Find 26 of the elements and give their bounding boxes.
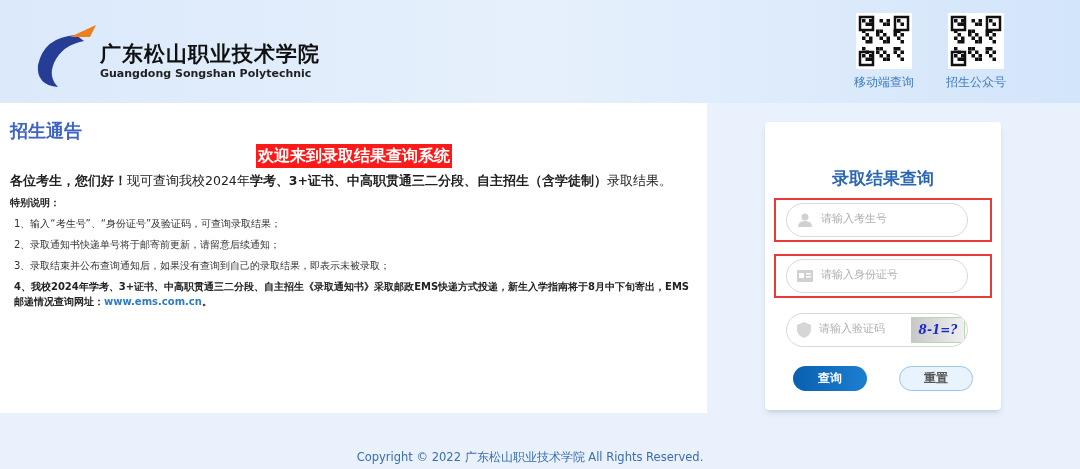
school-name: 广东松山职业技术学院 <box>100 40 321 67</box>
search-button[interactable]: 查询 <box>793 365 867 391</box>
notice-item: 2、录取通知书快递单号将于邮寄前更新，请留意后续通知； <box>13 237 282 252</box>
ems-link[interactable]: www.ems.com.cn <box>104 295 202 307</box>
qr-code-icon <box>948 12 1004 69</box>
notice-title: 招生通告 <box>10 119 83 143</box>
id-card-icon <box>797 269 813 282</box>
login-title: 录取结果查询 <box>832 167 934 190</box>
user-icon <box>797 211 813 228</box>
notice-item: 4、我校2024年学考、3+证书、中高职贯通三二分段、自主招生《录取通知书》采取邮政EMS快递方式投递，新生入学指南将于8月中下旬寄出，EMS邮递情况查询网址：www.ems.com.cn。 <box>13 279 691 309</box>
school-name-english: Guangdong Songshan Polytechnic <box>100 66 313 81</box>
input-field[interactable]: 请输入验证码 <box>819 321 903 338</box>
qr-code-link[interactable]: 招生公众号 <box>946 72 1006 91</box>
input-field[interactable]: 请输入考生号 <box>821 211 905 228</box>
copyright-text: Copyright © 2022 广东松山职业技术学院 All Rights Reserved. <box>356 448 704 466</box>
greeting-text: 各位考生，您们好！现可查询我校2024年学考、3+证书、中高职贯通三二分段、自主招生（含学徒制）录取结果。 <box>10 172 673 190</box>
notice-item: 3、录取结束并公布查询通知后，如果没有查询到自己的录取结果，即表示未被录取； <box>13 258 392 273</box>
welcome-banner: 欢迎来到录取结果查询系统 <box>255 144 452 168</box>
special-heading: 特别说明： <box>10 195 61 210</box>
qr-code-link[interactable]: 移动端查询 <box>854 72 914 91</box>
reset-button[interactable]: 重置 <box>899 365 973 391</box>
input-field[interactable]: 请输入身份证号 <box>821 267 905 284</box>
captcha-image: 8-1=? <box>911 316 965 343</box>
qr-code-icon <box>856 12 912 69</box>
notice-item: 1、输入“考生号”、“身份证号”及验证码，可查询录取结果； <box>13 216 283 231</box>
shield-icon <box>797 321 811 338</box>
